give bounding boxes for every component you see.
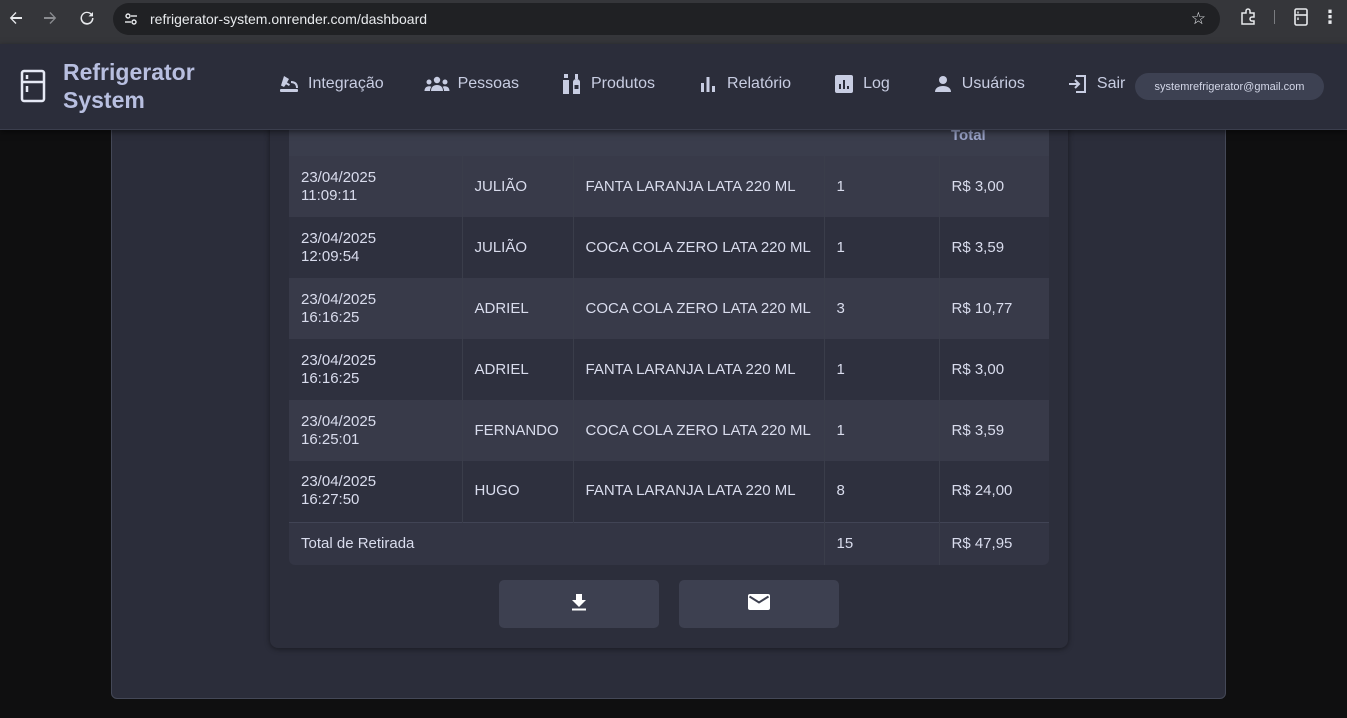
nav-pessoas[interactable]: Pessoas [424, 74, 519, 94]
reload-icon[interactable] [75, 6, 99, 30]
user-email-badge[interactable]: systemrefrigerator@gmail.com [1135, 73, 1324, 100]
app-title: Refrigerator System [63, 59, 195, 113]
date-text: 23/04/2025 [301, 229, 377, 247]
download-button[interactable] [499, 580, 659, 628]
email-icon [748, 593, 770, 615]
table-row: 23/04/2025 16:16:25 ADRIEL FANTA LARANJA … [289, 339, 1049, 400]
quantity-cell: 1 [824, 156, 940, 217]
date-text: 23/04/2025 [301, 290, 377, 308]
person-cell: HUGO [462, 461, 574, 522]
back-icon[interactable] [4, 6, 28, 30]
address-bar[interactable]: refrigerator-system.onrender.com/dashboa… [113, 3, 1220, 35]
date-cell: 23/04/2025 11:09:11 [289, 156, 463, 217]
product-cell: FANTA LARANJA LATA 220 ML [573, 461, 825, 522]
table-row: 23/04/2025 16:25:01 FERNANDO COCA COLA ZE… [289, 400, 1049, 461]
product-cell: FANTA LARANJA LATA 220 ML [573, 339, 825, 400]
quantity-cell: 1 [824, 217, 940, 278]
integration-icon [278, 74, 300, 94]
nav-log[interactable]: Log [833, 74, 890, 94]
person-cell: JULIÃO [462, 156, 574, 217]
quantity-cell: 3 [824, 278, 940, 339]
nav-integracao[interactable]: Integração [278, 74, 384, 94]
person-cell: FERNANDO [462, 400, 574, 461]
nav-label: Log [863, 75, 890, 92]
bottles-icon [561, 74, 583, 94]
product-cell: FANTA LARANJA LATA 220 ML [573, 156, 825, 217]
people-icon [424, 74, 450, 94]
person-cell: ADRIEL [462, 339, 574, 400]
product-cell: COCA COLA ZERO LATA 220 ML [573, 400, 825, 461]
more-menu-icon[interactable]: ⋮ [1321, 7, 1339, 28]
date-cell: 23/04/2025 16:27:50 [289, 461, 463, 522]
person-cell: ADRIEL [462, 278, 574, 339]
nav-usuarios[interactable]: Usuários [932, 74, 1025, 94]
analytics-icon [833, 74, 855, 94]
toolbar-separator [1274, 10, 1275, 24]
site-settings-icon[interactable] [123, 11, 139, 27]
refrigerator-logo-icon [20, 69, 46, 103]
main-nav: Integração Pessoas Produtos Relatório Lo… [278, 74, 1125, 94]
quantity-cell: 8 [824, 461, 940, 522]
bookmark-star-icon[interactable]: ☆ [1191, 9, 1206, 29]
time-text: 16:16:25 [301, 369, 360, 387]
withdrawals-table: Total 23/04/2025 11:09:11 JULIÃO FANTA LA… [289, 110, 1049, 565]
nav-relatorio[interactable]: Relatório [697, 74, 791, 94]
time-text: 16:25:01 [301, 430, 360, 448]
product-cell: COCA COLA ZERO LATA 220 ML [573, 217, 825, 278]
date-cell: 23/04/2025 16:16:25 [289, 278, 463, 339]
date-cell: 23/04/2025 16:16:25 [289, 339, 463, 400]
nav-label: Usuários [961, 75, 1025, 92]
nav-sair[interactable]: Sair [1067, 74, 1125, 94]
total-quantity: 15 [824, 521, 940, 565]
extensions-icon[interactable] [1239, 8, 1257, 31]
total-amount: R$ 47,95 [939, 521, 1049, 565]
browser-toolbar: refrigerator-system.onrender.com/dashboa… [0, 0, 1347, 44]
nav-label: Produtos [590, 75, 656, 92]
quantity-cell: 1 [824, 339, 940, 400]
download-icon [571, 593, 587, 616]
user-icon [932, 74, 954, 94]
date-cell: 23/04/2025 12:09:54 [289, 217, 463, 278]
time-text: 16:16:25 [301, 308, 360, 326]
table-row: 23/04/2025 12:09:54 JULIÃO COCA COLA ZERO… [289, 217, 1049, 278]
time-text: 16:27:50 [301, 491, 360, 509]
table-row: 23/04/2025 16:27:50 HUGO FANTA LARANJA LA… [289, 461, 1049, 522]
total-cell: R$ 3,00 [939, 339, 1049, 400]
nav-label: Pessoas [457, 75, 519, 92]
date-text: 23/04/2025 [301, 412, 377, 430]
profile-extension-icon[interactable] [1293, 8, 1309, 31]
product-cell: COCA COLA ZERO LATA 220 ML [573, 278, 825, 339]
nav-label: Relatório [727, 75, 792, 92]
logout-icon [1067, 74, 1089, 94]
nav-produtos[interactable]: Produtos [561, 74, 655, 94]
nav-label: Sair [1096, 75, 1126, 92]
url-text[interactable]: refrigerator-system.onrender.com/dashboa… [150, 11, 427, 27]
nav-label: Integração [308, 75, 384, 92]
date-cell: 23/04/2025 16:25:01 [289, 400, 463, 461]
bar-chart-icon [697, 74, 719, 94]
date-text: 23/04/2025 [301, 473, 377, 491]
total-cell: R$ 24,00 [939, 461, 1049, 522]
time-text: 12:09:54 [301, 247, 360, 265]
date-text: 23/04/2025 [301, 168, 377, 186]
quantity-cell: 1 [824, 400, 940, 461]
total-cell: R$ 3,59 [939, 217, 1049, 278]
app-header: Refrigerator System Integração Pessoas P… [0, 44, 1347, 130]
total-cell: R$ 3,59 [939, 400, 1049, 461]
time-text: 11:09:11 [301, 186, 358, 204]
total-label: Total de Retirada [289, 521, 825, 565]
table-row: 23/04/2025 16:16:25 ADRIEL COCA COLA ZERO… [289, 278, 1049, 339]
email-button[interactable] [679, 580, 839, 628]
date-text: 23/04/2025 [301, 351, 377, 369]
brand[interactable]: Refrigerator System [20, 58, 213, 114]
table-total-row: Total de Retirada 15 R$ 47,95 [289, 521, 1049, 565]
table-row: 23/04/2025 11:09:11 JULIÃO FANTA LARANJA … [289, 156, 1049, 217]
total-cell: R$ 10,77 [939, 278, 1049, 339]
forward-icon[interactable] [38, 6, 62, 30]
person-cell: JULIÃO [462, 217, 574, 278]
report-actions [499, 580, 859, 628]
total-cell: R$ 3,00 [939, 156, 1049, 217]
